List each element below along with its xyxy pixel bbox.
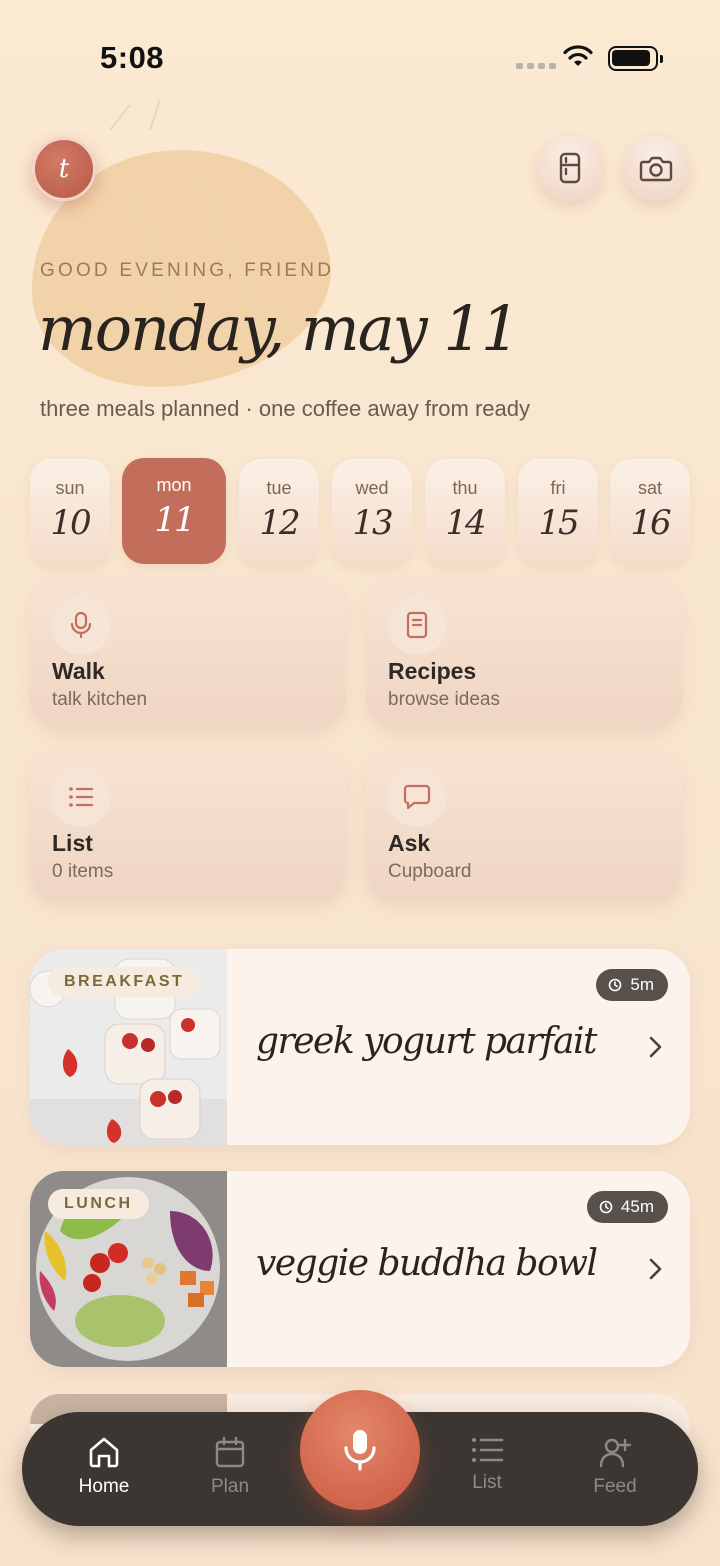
- duration-text: 45m: [620, 1197, 654, 1216]
- day-tue[interactable]: tue 12: [239, 459, 319, 565]
- day-fri[interactable]: fri 15: [518, 459, 598, 565]
- tile-subtitle: 0 items: [52, 861, 114, 882]
- meal-type-badge: BREAKFAST: [48, 967, 201, 997]
- mic-icon: [344, 1430, 376, 1471]
- battery-icon: [608, 46, 663, 71]
- tile-icon-wrap: [387, 595, 447, 655]
- nav-home[interactable]: Home: [49, 1436, 159, 1498]
- meal-type-badge: LUNCH: [48, 1189, 149, 1219]
- home-icon: [89, 1437, 119, 1468]
- day-name: fri: [550, 478, 566, 498]
- tile-title: Recipes: [388, 658, 477, 684]
- camera-icon: [639, 156, 673, 182]
- nav-plan[interactable]: Plan: [175, 1436, 285, 1498]
- fridge-icon: [559, 152, 581, 184]
- tile-icon-wrap: [51, 595, 111, 655]
- day-number: 14: [445, 503, 486, 543]
- meal-title: veggie buddha bowl: [256, 1243, 598, 1284]
- fridge-button[interactable]: [537, 135, 603, 201]
- day-thu[interactable]: thu 14: [425, 459, 505, 565]
- day-name: wed: [355, 478, 389, 498]
- page-title: monday, may 11: [38, 292, 520, 365]
- wifi-icon: [563, 45, 593, 66]
- day-name: tue: [266, 478, 292, 498]
- chat-icon: [403, 784, 431, 810]
- calendar-icon: [215, 1436, 245, 1468]
- tile-icon-wrap: [387, 767, 447, 827]
- day-number: 15: [538, 503, 579, 543]
- day-sun[interactable]: sun 10: [30, 459, 110, 565]
- clock-icon: [609, 978, 622, 992]
- avatar[interactable]: t: [32, 137, 96, 201]
- walk-tile[interactable]: Walk talk kitchen: [30, 579, 346, 729]
- tile-title: List: [52, 830, 93, 856]
- nav-label: Home: [78, 1476, 130, 1497]
- tile-title: Walk: [52, 658, 105, 684]
- day-name: thu: [452, 478, 478, 498]
- day-sat[interactable]: sat 16: [610, 459, 690, 565]
- list-icon: [69, 787, 94, 807]
- status-bar: 5:08: [0, 0, 720, 110]
- meal-card-lunch[interactable]: LUNCH veggie buddha bowl 45m: [30, 1171, 690, 1367]
- tile-title: Ask: [388, 830, 431, 856]
- nav-list[interactable]: List: [432, 1436, 542, 1494]
- nav-label: Feed: [593, 1476, 637, 1497]
- tile-icon-wrap: [51, 767, 111, 827]
- meal-card-breakfast[interactable]: BREAKFAST greek yogurt parfait 5m: [30, 949, 690, 1145]
- day-name: mon: [156, 475, 192, 495]
- chevron-right-icon: [649, 1258, 662, 1280]
- camera-button[interactable]: [623, 135, 689, 201]
- duration-badge: 45m: [586, 1191, 668, 1223]
- voice-button[interactable]: [300, 1390, 420, 1510]
- book-icon: [406, 611, 428, 639]
- status-time: 5:08: [100, 40, 165, 75]
- greeting: GOOD EVENING, FRIEND: [40, 260, 335, 281]
- nav-feed[interactable]: Feed: [560, 1436, 670, 1498]
- page-subtitle: three meals planned · one coffee away fr…: [40, 396, 530, 421]
- day-number: 12: [259, 503, 300, 543]
- day-number: 10: [50, 503, 91, 543]
- cellular-signal-icon: [516, 63, 556, 69]
- duration-text: 5m: [630, 975, 654, 994]
- ask-tile[interactable]: Ask Cupboard: [366, 751, 682, 901]
- list-tile[interactable]: List 0 items: [30, 751, 346, 901]
- chevron-right-icon: [649, 1036, 662, 1058]
- tile-subtitle: Cupboard: [388, 861, 472, 882]
- day-name: sat: [637, 478, 662, 498]
- tile-subtitle: talk kitchen: [52, 689, 148, 710]
- mic-icon: [70, 611, 92, 639]
- recipes-tile[interactable]: Recipes browse ideas: [366, 579, 682, 729]
- clock-icon: [599, 1200, 613, 1214]
- day-number: 13: [352, 503, 393, 543]
- list-icon: [472, 1438, 504, 1462]
- day-name: sun: [55, 478, 85, 498]
- duration-badge: 5m: [596, 969, 668, 1001]
- day-wed[interactable]: wed 13: [332, 459, 412, 565]
- tile-subtitle: browse ideas: [388, 689, 500, 710]
- meal-title: greek yogurt parfait: [256, 1021, 597, 1062]
- avatar-initial: t: [58, 154, 70, 184]
- day-number: 11: [154, 500, 195, 540]
- day-number: 16: [630, 503, 671, 543]
- nav-label: Plan: [210, 1476, 250, 1497]
- day-mon[interactable]: mon 11: [122, 458, 226, 564]
- add-user-icon: [599, 1438, 632, 1468]
- week-strip: sun 10 mon 11 tue 12 wed 13 thu 14 fri 15 sat 1…: [30, 458, 692, 565]
- nav-label: List: [472, 1472, 502, 1493]
